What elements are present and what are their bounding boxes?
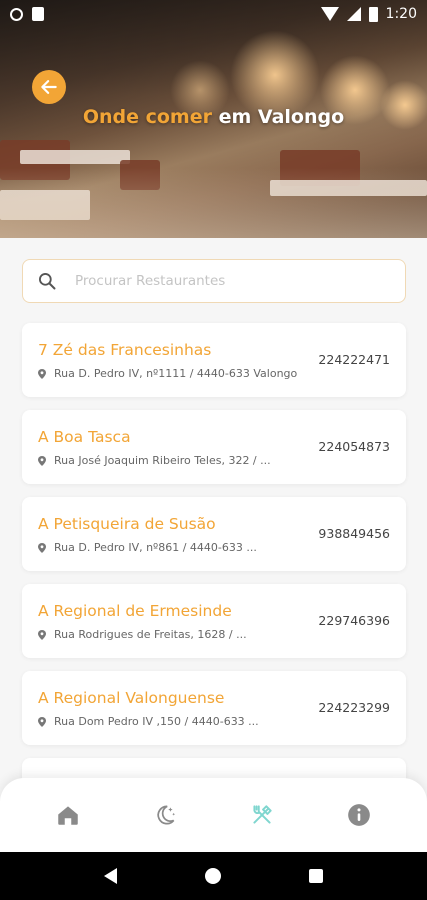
system-home-button[interactable] [205, 868, 221, 884]
header-banner: Onde comer em Valongo [0, 0, 427, 238]
restaurant-phone[interactable]: 224223299 [318, 700, 390, 715]
sync-icon [10, 7, 23, 21]
location-pin-icon [38, 455, 46, 466]
restaurant-phone[interactable]: 224054873 [318, 439, 390, 454]
system-nav-bar [0, 852, 427, 900]
nav-info[interactable] [334, 790, 384, 840]
restaurant-address-text: Rua Dom Pedro IV ,150 / 4440-633 ... [54, 715, 259, 728]
sd-card-icon [32, 7, 44, 21]
status-time: 1:20 [385, 6, 417, 22]
location-pin-icon [38, 542, 46, 553]
restaurant-name: A Regional de Ermesinde [38, 602, 232, 620]
info-icon [347, 804, 370, 826]
restaurant-address-text: Rua D. Pedro IV, nº1111 / 4440-633 Valon… [54, 367, 298, 380]
restaurant-name: A Petisqueira de Susão [38, 515, 216, 533]
restaurant-phone[interactable]: 224222471 [318, 352, 390, 367]
restaurant-card[interactable]: A Regional de Ermesinde Rua Rodrigues de… [22, 584, 406, 658]
restaurant-address-text: Rua José Joaquim Ribeiro Teles, 322 / ..… [54, 454, 271, 467]
night-icon [157, 805, 176, 825]
restaurant-list: 7 Zé das Francesinhas Rua D. Pedro IV, n… [22, 323, 406, 811]
wifi-icon [320, 7, 339, 21]
location-pin-icon [38, 368, 46, 379]
arrow-left-icon [41, 80, 57, 94]
page-title-rest: em Valongo [218, 106, 345, 128]
restaurant-name: A Regional Valonguense [38, 689, 225, 707]
restaurant-address-text: Rua D. Pedro IV, nº861 / 4440-633 ... [54, 541, 257, 554]
restaurant-name: A Boa Tasca [38, 428, 131, 446]
nav-night[interactable] [140, 790, 190, 840]
restaurant-card[interactable]: A Petisqueira de Susão Rua D. Pedro IV, … [22, 497, 406, 571]
restaurant-address: Rua Dom Pedro IV ,150 / 4440-633 ... [38, 715, 259, 728]
restaurant-address: Rua D. Pedro IV, nº861 / 4440-633 ... [38, 541, 257, 554]
search-bar[interactable] [22, 259, 406, 303]
restaurant-address: Rua José Joaquim Ribeiro Teles, 322 / ..… [38, 454, 271, 467]
system-back-button[interactable] [104, 868, 117, 884]
nav-restaurants[interactable] [237, 790, 287, 840]
nav-home[interactable] [43, 790, 93, 840]
location-pin-icon [38, 716, 46, 727]
page-title-highlight: Onde comer [82, 106, 212, 128]
restaurant-card[interactable]: A Regional Valonguense Rua Dom Pedro IV … [22, 671, 406, 745]
home-icon [58, 806, 79, 825]
search-input[interactable] [75, 273, 375, 289]
page-title: Onde comer em Valongo [0, 106, 427, 128]
restaurant-card[interactable]: A Boa Tasca Rua José Joaquim Ribeiro Tel… [22, 410, 406, 484]
restaurant-address: Rua D. Pedro IV, nº1111 / 4440-633 Valon… [38, 367, 297, 380]
location-pin-icon [38, 629, 46, 640]
system-recents-button[interactable] [309, 869, 323, 883]
bottom-nav [0, 778, 427, 852]
restaurant-address-text: Rua Rodrigues de Freitas, 1628 / ... [54, 628, 247, 641]
status-bar: 1:20 [0, 0, 427, 28]
battery-icon [368, 6, 378, 22]
restaurant-phone[interactable]: 938849456 [318, 526, 390, 541]
restaurant-icon [253, 805, 272, 824]
restaurant-card[interactable]: 7 Zé das Francesinhas Rua D. Pedro IV, n… [22, 323, 406, 397]
restaurant-phone[interactable]: 229746396 [318, 613, 390, 628]
restaurant-name: 7 Zé das Francesinhas [38, 341, 212, 359]
back-button[interactable] [32, 70, 66, 104]
search-icon [39, 273, 56, 290]
signal-icon [346, 7, 361, 21]
restaurant-address: Rua Rodrigues de Freitas, 1628 / ... [38, 628, 247, 641]
